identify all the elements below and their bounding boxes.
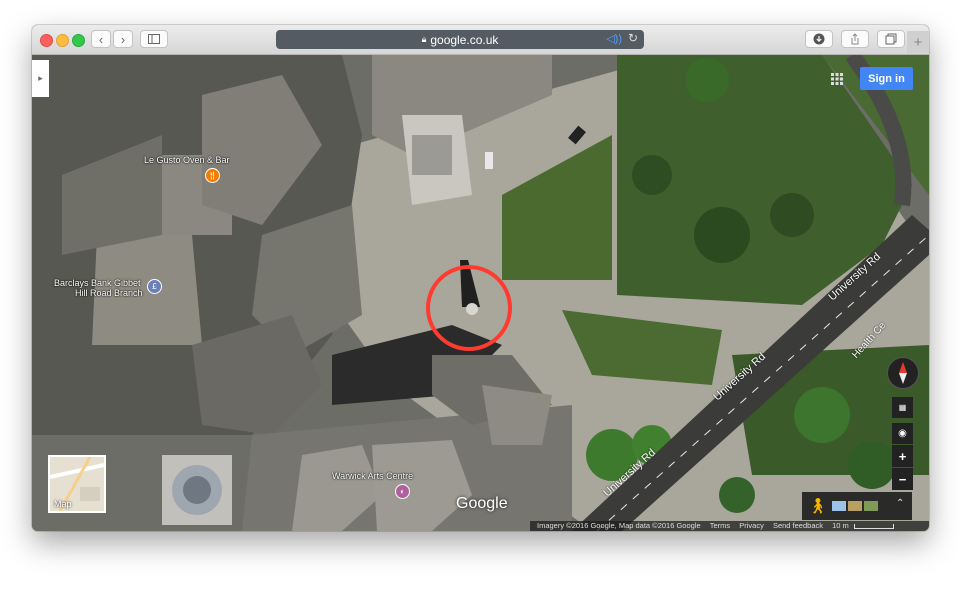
location-icon: ◉ bbox=[898, 428, 907, 439]
close-window-button[interactable] bbox=[40, 34, 53, 47]
download-icon bbox=[813, 33, 825, 45]
audio-icon[interactable]: ◁)) bbox=[606, 32, 622, 45]
url-text: google.co.uk bbox=[430, 32, 499, 47]
restaurant-icon[interactable]: 🍴︎ bbox=[205, 168, 220, 183]
label-bank-line2[interactable]: Hill Road Branch bbox=[75, 288, 143, 298]
label-arts-centre[interactable]: Warwick Arts Centre bbox=[332, 471, 413, 481]
fullscreen-window-button[interactable] bbox=[72, 34, 85, 47]
bank-icon[interactable]: £ bbox=[147, 279, 162, 294]
my-location-button[interactable]: ◉ bbox=[892, 423, 913, 444]
chevron-right-icon: ▸ bbox=[38, 73, 43, 83]
scale-bar[interactable] bbox=[853, 523, 894, 529]
send-feedback-link[interactable]: Send feedback bbox=[773, 521, 823, 530]
imagery-attribution: Imagery ©2016 Google, Map data ©2016 Goo… bbox=[537, 521, 701, 530]
plus-icon: + bbox=[913, 33, 923, 51]
expand-icon[interactable]: ⌃ bbox=[896, 498, 904, 509]
share-icon bbox=[851, 33, 859, 45]
imagery-strip: 🚶︎ ⌃ bbox=[802, 492, 912, 520]
minimize-window-button[interactable] bbox=[56, 34, 69, 47]
tilt-button[interactable]: ▦ bbox=[892, 397, 913, 418]
sidebar-toggle-button[interactable] bbox=[140, 30, 168, 48]
sign-in-button[interactable]: Sign in bbox=[860, 67, 913, 90]
compass-icon bbox=[899, 362, 907, 384]
label-bank-line1[interactable]: Barclays Bank Gibbet bbox=[54, 278, 141, 288]
new-tab-button[interactable]: + bbox=[907, 31, 929, 53]
label-restaurant[interactable]: Le Gusto Oven & Bar bbox=[144, 155, 230, 165]
apps-icon[interactable] bbox=[831, 73, 843, 85]
satellite-imagery bbox=[32, 55, 929, 531]
zoom-in-button[interactable]: + bbox=[892, 445, 913, 467]
grid-icon: ▦ bbox=[898, 403, 907, 412]
zoom-out-button[interactable]: − bbox=[892, 468, 913, 490]
tabs-icon bbox=[885, 33, 897, 45]
lock-icon: 🔒︎ bbox=[421, 34, 427, 44]
chevron-left-icon: ‹ bbox=[98, 31, 104, 47]
chevron-right-icon: › bbox=[120, 31, 126, 47]
downloads-button[interactable] bbox=[805, 30, 833, 48]
side-panel-toggle[interactable]: ▸ bbox=[32, 60, 49, 97]
address-bar[interactable]: 🔒︎ google.co.uk ◁)) ↻ bbox=[276, 30, 644, 49]
imagery-thumb-2[interactable] bbox=[848, 501, 862, 511]
tabs-overview-button[interactable] bbox=[877, 30, 905, 48]
browser-window: ‹ › 🔒︎ google.co.uk ◁)) ↻ + ▸ Le Gusto O… bbox=[32, 25, 929, 531]
compass-control[interactable] bbox=[887, 357, 919, 389]
forward-button[interactable]: › bbox=[113, 30, 133, 48]
scale-label[interactable]: 10 m bbox=[832, 521, 849, 530]
map-type-switcher[interactable]: Map bbox=[48, 455, 106, 513]
browser-toolbar: ‹ › 🔒︎ google.co.uk ◁)) ↻ + bbox=[32, 25, 929, 55]
theatre-icon[interactable]: ◐ bbox=[395, 484, 410, 499]
google-logo: Google bbox=[456, 495, 508, 512]
back-button[interactable]: ‹ bbox=[91, 30, 111, 48]
imagery-thumb-3[interactable] bbox=[864, 501, 878, 511]
terms-link[interactable]: Terms bbox=[710, 521, 730, 530]
privacy-link[interactable]: Privacy bbox=[739, 521, 764, 530]
map-footer: Imagery ©2016 Google, Map data ©2016 Goo… bbox=[530, 521, 929, 531]
map-area[interactable]: ▸ Le Gusto Oven & Bar 🍴︎ Barclays Bank G… bbox=[32, 55, 929, 531]
pegman-icon[interactable]: 🚶︎ bbox=[808, 497, 827, 515]
sidebar-icon bbox=[148, 34, 160, 44]
reload-icon[interactable]: ↻ bbox=[628, 31, 638, 45]
share-button[interactable] bbox=[841, 30, 869, 48]
map-thumbnail-label: Map bbox=[54, 499, 72, 509]
imagery-thumb-1[interactable] bbox=[832, 501, 846, 511]
